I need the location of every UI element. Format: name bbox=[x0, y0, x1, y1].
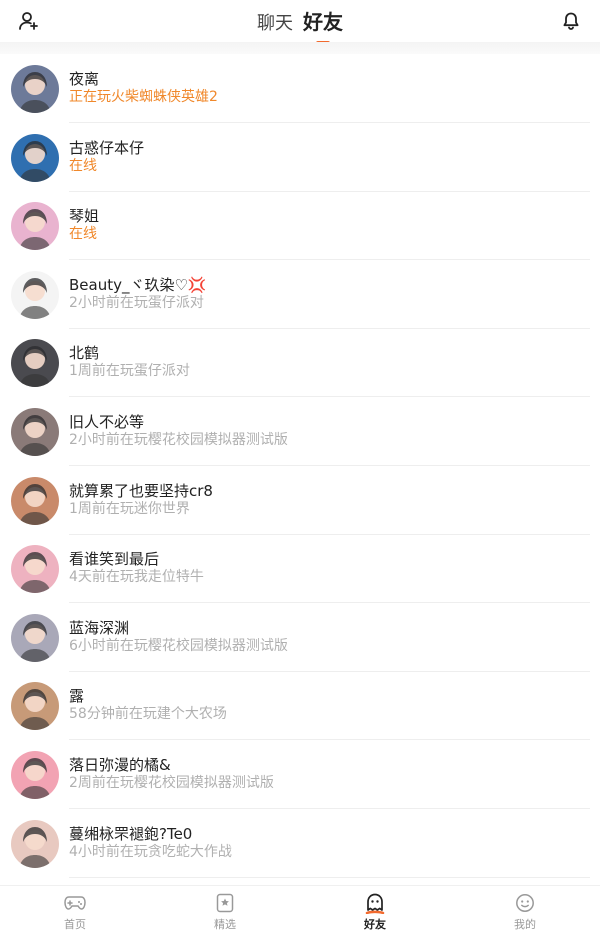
friend-list[interactable]: 夜离 正在玩火柴蜘蛛侠英雄2 古惑仔本仔 在线 琴姐 在线 Beauty_ヾ玖染♡💢 2小时前… bbox=[0, 54, 600, 886]
avatar[interactable] bbox=[11, 476, 59, 525]
friend-name: Beauty_ヾ玖染♡💢 bbox=[69, 275, 207, 294]
friend-text: 夜离 正在玩火柴蜘蛛侠英雄2 bbox=[69, 70, 590, 123]
friend-row[interactable]: 旧人不必等 2小时前在玩樱花校园模拟器测试版 bbox=[0, 397, 600, 466]
friend-status: 1周前在玩蛋仔派对 bbox=[69, 363, 190, 380]
avatar[interactable] bbox=[11, 133, 59, 182]
friend-row[interactable]: 露 58分钟前在玩建个大农场 bbox=[0, 671, 600, 741]
friend-text: 落日弥漫的橘& 2周前在玩樱花校园模拟器测试版 bbox=[69, 756, 590, 809]
nav-mine-label: 我的 bbox=[514, 918, 536, 931]
avatar[interactable] bbox=[11, 682, 59, 731]
friend-row[interactable]: 夜离 正在玩火柴蜘蛛侠英雄2 bbox=[0, 54, 600, 123]
friend-text: 蓝海深渊 6小时前在玩樱花校园模拟器测试版 bbox=[69, 619, 590, 672]
avatar[interactable] bbox=[11, 270, 59, 319]
friend-row[interactable]: 就算累了也要坚持cr8 1周前在玩迷你世界 bbox=[0, 466, 600, 535]
bottom-nav: 首页 精选 好友 我的 bbox=[0, 885, 600, 935]
bell-icon[interactable] bbox=[558, 8, 584, 34]
avatar[interactable] bbox=[11, 545, 59, 594]
friend-row[interactable]: 落日弥漫的橘& 2周前在玩樱花校园模拟器测试版 bbox=[0, 740, 600, 809]
friend-name: 看谁笑到最后 bbox=[69, 550, 160, 569]
nav-home[interactable]: 首页 bbox=[0, 886, 150, 935]
star-card-icon bbox=[214, 892, 236, 914]
friend-name: 落日弥漫的橘& bbox=[69, 755, 171, 774]
friend-row[interactable]: 蔓缃栐罘褪鉋?Te0 4小时前在玩贪吃蛇大作战 bbox=[0, 809, 600, 878]
friend-row[interactable]: 看谁笑到最后 4天前在玩我走位特牛 bbox=[0, 534, 600, 604]
tab-chat[interactable]: 聊天 bbox=[257, 9, 293, 39]
tab-friends[interactable]: 好友 bbox=[303, 6, 343, 45]
nav-friends[interactable]: 好友 bbox=[300, 886, 450, 935]
smiley-icon bbox=[514, 892, 536, 914]
avatar[interactable] bbox=[11, 750, 59, 799]
friend-text: 古惑仔本仔 在线 bbox=[69, 139, 590, 192]
friend-name: 琴姐 bbox=[69, 207, 100, 226]
friend-name: 就算累了也要坚持cr8 bbox=[69, 481, 213, 500]
friend-row[interactable]: 琴姐 在线 bbox=[0, 191, 600, 261]
friend-status: 在线 bbox=[69, 226, 97, 243]
nav-home-label: 首页 bbox=[64, 918, 86, 931]
gamepad-icon bbox=[64, 892, 86, 914]
avatar[interactable] bbox=[11, 65, 59, 113]
top-tabs: 聊天 好友 bbox=[0, 6, 600, 45]
nav-featured[interactable]: 精选 bbox=[150, 886, 300, 935]
header-separator bbox=[0, 42, 600, 54]
friend-name: 夜离 bbox=[69, 70, 100, 88]
friend-name: 蓝海深渊 bbox=[69, 618, 130, 637]
friend-row[interactable]: 北鹤 1周前在玩蛋仔派对 bbox=[0, 328, 600, 398]
friend-name: 露 bbox=[69, 687, 85, 706]
friend-status: 58分钟前在玩建个大农场 bbox=[69, 706, 227, 723]
nav-friends-label: 好友 bbox=[364, 918, 386, 931]
friend-text: 北鹤 1周前在玩蛋仔派对 bbox=[69, 344, 590, 398]
friend-status: 2小时前在玩蛋仔派对 bbox=[69, 294, 204, 311]
friend-text: 蔓缃栐罘褪鉋?Te0 4小时前在玩贪吃蛇大作战 bbox=[69, 825, 590, 878]
top-header: 聊天 好友 bbox=[0, 0, 600, 45]
friend-text: Beauty_ヾ玖染♡💢 2小时前在玩蛋仔派对 bbox=[69, 276, 590, 329]
friend-name: 北鹤 bbox=[69, 344, 100, 363]
friend-status: 1周前在玩迷你世界 bbox=[69, 500, 190, 517]
avatar[interactable] bbox=[11, 819, 59, 868]
friend-status: 2周前在玩樱花校园模拟器测试版 bbox=[69, 774, 274, 791]
friend-row[interactable]: 蓝海深渊 6小时前在玩樱花校园模拟器测试版 bbox=[0, 603, 600, 672]
friend-name: 古惑仔本仔 bbox=[69, 138, 145, 157]
friend-text: 露 58分钟前在玩建个大农场 bbox=[69, 687, 590, 741]
avatar[interactable] bbox=[11, 339, 59, 388]
friend-row[interactable]: Beauty_ヾ玖染♡💢 2小时前在玩蛋仔派对 bbox=[0, 260, 600, 329]
friend-status: 4小时前在玩贪吃蛇大作战 bbox=[69, 843, 232, 860]
friend-name: 旧人不必等 bbox=[69, 412, 145, 431]
avatar[interactable] bbox=[11, 407, 59, 456]
friend-text: 琴姐 在线 bbox=[69, 207, 590, 261]
nav-featured-label: 精选 bbox=[214, 918, 236, 931]
ghost-icon bbox=[364, 892, 386, 914]
friend-status: 6小时前在玩樱花校园模拟器测试版 bbox=[69, 637, 288, 654]
avatar[interactable] bbox=[11, 613, 59, 662]
friend-text: 旧人不必等 2小时前在玩樱花校园模拟器测试版 bbox=[69, 413, 590, 466]
friend-name: 蔓缃栐罘褪鉋?Te0 bbox=[69, 824, 193, 843]
friend-status: 正在玩火柴蜘蛛侠英雄2 bbox=[69, 89, 218, 105]
friend-row[interactable]: 古惑仔本仔 在线 bbox=[0, 123, 600, 192]
friend-status: 在线 bbox=[69, 157, 97, 174]
friend-text: 看谁笑到最后 4天前在玩我走位特牛 bbox=[69, 550, 590, 604]
friend-status: 2小时前在玩樱花校园模拟器测试版 bbox=[69, 431, 288, 448]
avatar[interactable] bbox=[11, 202, 59, 251]
friend-status: 4天前在玩我走位特牛 bbox=[69, 569, 204, 586]
friend-text: 就算累了也要坚持cr8 1周前在玩迷你世界 bbox=[69, 482, 590, 535]
nav-mine[interactable]: 我的 bbox=[450, 886, 600, 935]
